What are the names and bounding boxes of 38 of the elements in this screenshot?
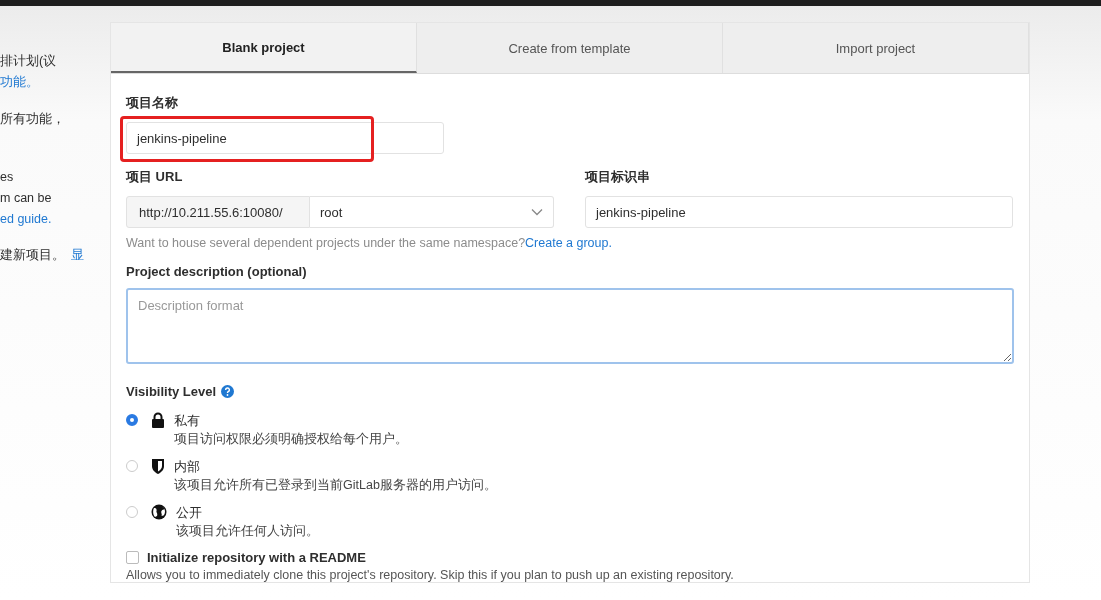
- tab[interactable]: Create from template: [417, 23, 723, 73]
- help-text: 所有功能，: [0, 112, 65, 126]
- field-label: Project description (optional): [126, 264, 308, 279]
- create-group-link[interactable]: Create a group.: [525, 236, 612, 250]
- tab[interactable]: Import project: [723, 23, 1029, 73]
- tab[interactable]: Blank project: [111, 23, 417, 73]
- help-icon[interactable]: [221, 385, 235, 398]
- option-title: 公开: [176, 505, 203, 522]
- option-title: 私有: [174, 413, 201, 430]
- help-text: Want to house several dependent projects under the same namespace?: [126, 236, 526, 250]
- field-label: 项目名称: [126, 94, 179, 112]
- globe-icon: [151, 504, 167, 520]
- shield-icon: [151, 458, 165, 474]
- help-text: m can be: [0, 191, 52, 205]
- checkbox[interactable]: [126, 551, 139, 564]
- namespace-select[interactable]: root: [310, 196, 554, 228]
- radio-button[interactable]: [126, 414, 138, 426]
- field-label: 项目标识串: [585, 168, 650, 186]
- option-description: 该项目允许任何人访问。: [176, 523, 319, 540]
- option-title: 内部: [174, 459, 201, 476]
- help-text: Allows you to immediately clone this project's repository. Skip this if you plan to push up an existing repository.: [126, 568, 735, 582]
- lock-icon: [151, 412, 165, 428]
- help-link[interactable]: 功能。: [0, 75, 39, 89]
- help-link[interactable]: ed guide.: [0, 212, 52, 226]
- url-prefix: http://10.211.55.6:10080/: [126, 196, 310, 228]
- field-label: Visibility Level: [126, 384, 217, 399]
- checkbox-label: Initialize repository with a README: [147, 550, 366, 565]
- help-text: 建新项目。: [0, 248, 65, 262]
- help-text: 排计划(议: [0, 54, 57, 68]
- field-label: 项目 URL: [126, 168, 183, 186]
- help-link[interactable]: 显: [71, 248, 84, 262]
- caret-icon: [531, 208, 543, 216]
- option-description: 该项目允许所有已登录到当前GitLab服务器的用户访问。: [174, 477, 497, 494]
- option-description: 项目访问权限必须明确授权给每个用户。: [174, 431, 408, 448]
- project-slug-field[interactable]: jenkins-pipeline: [585, 196, 1013, 228]
- description-field[interactable]: Description format: [126, 288, 1014, 364]
- help-text: es: [0, 170, 14, 184]
- project-name-field[interactable]: jenkins-pipeline: [126, 122, 444, 154]
